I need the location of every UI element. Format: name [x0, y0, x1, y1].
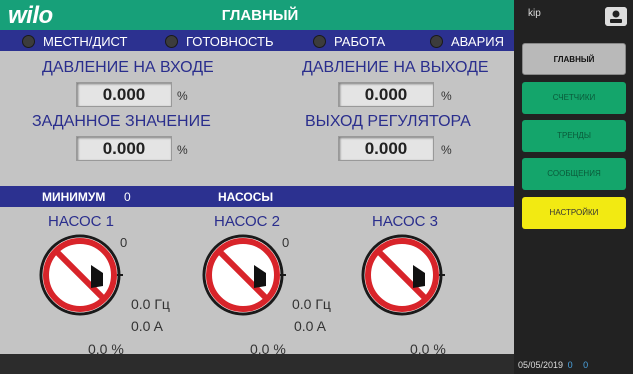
user-icon[interactable] — [605, 7, 627, 26]
status-value-a: 0 — [567, 360, 573, 370]
indicator-label: РАБОТА — [334, 33, 386, 49]
nav-main-button[interactable]: ГЛАВНЫЙ — [522, 43, 626, 75]
minimum-value: 0 — [124, 190, 131, 204]
status-led-icon — [22, 34, 35, 48]
indicator-label: МЕСТН/ДИСТ — [43, 33, 128, 49]
date-text: 05/05/2019 — [518, 360, 564, 370]
wilo-logo: wilo — [8, 2, 53, 29]
pump-2-current: 0.0 A — [294, 318, 326, 334]
setpoint-unit: % — [177, 143, 188, 157]
nav-counters-button[interactable]: СЧЕТЧИКИ — [522, 82, 626, 114]
footer-bar — [0, 354, 514, 374]
pump-3-name: НАСОС 3 — [372, 213, 439, 230]
nav-messages-button[interactable]: СООБЩЕНИЯ — [522, 158, 626, 190]
status-value-b: 0 — [583, 360, 589, 370]
pump-2-frequency: 0.0 Гц — [292, 296, 331, 312]
pumps-bar: МИНИМУМ 0 НАСОСЫ — [0, 186, 514, 207]
status-led-icon — [430, 34, 443, 48]
indicator-local-remote: МЕСТН/ДИСТ — [22, 33, 127, 49]
pump-1-name: НАСОС 1 — [48, 213, 115, 230]
pump-1-frequency: 0.0 Гц — [131, 296, 170, 312]
status-led-icon — [165, 34, 178, 48]
datetime-status: 05/05/2019 0 0 — [518, 360, 588, 370]
regulator-output-unit: % — [441, 143, 452, 157]
main-panel: wilo ГЛАВНЫЙ МЕСТН/ДИСТ ГОТОВНОСТЬ РАБОТ… — [0, 0, 514, 374]
pump-3-stopped-icon[interactable] — [359, 232, 445, 318]
page-title: ГЛАВНЫЙ — [221, 7, 299, 24]
pumps-title: НАСОСЫ — [218, 190, 274, 204]
inlet-pressure-label: ДАВЛЕНИЕ НА ВХОДЕ — [42, 59, 214, 76]
inlet-pressure-value[interactable]: 0.000 — [76, 82, 172, 107]
outlet-pressure-unit: % — [441, 89, 452, 103]
nav-trends-button[interactable]: ТРЕНДЫ — [522, 120, 626, 152]
minimum-label: МИНИМУМ — [42, 190, 106, 204]
regulator-output-label: ВЫХОД РЕГУЛЯТОРА — [305, 113, 471, 130]
indicator-label: ГОТОВНОСТЬ — [186, 33, 274, 49]
pump-2-name: НАСОС 2 — [214, 213, 281, 230]
regulator-output-value[interactable]: 0.000 — [338, 136, 434, 161]
status-bar: МЕСТН/ДИСТ ГОТОВНОСТЬ РАБОТА АВАРИЯ — [0, 30, 514, 51]
setpoint-value[interactable]: 0.000 — [76, 136, 172, 161]
nav-settings-button[interactable]: НАСТРОЙКИ — [522, 197, 626, 229]
pump-2-stopped-icon[interactable] — [200, 232, 286, 318]
inlet-pressure-unit: % — [177, 89, 188, 103]
sidebar: kip ГЛАВНЫЙ СЧЕТЧИКИ ТРЕНДЫ СООБЩЕНИЯ НА… — [514, 0, 633, 374]
indicator-alarm: АВАРИЯ — [430, 33, 504, 49]
indicator-running: РАБОТА — [313, 33, 385, 49]
status-led-icon — [313, 34, 326, 48]
outlet-pressure-label: ДАВЛЕНИЕ НА ВЫХОДЕ — [302, 59, 489, 76]
indicator-label: АВАРИЯ — [451, 33, 504, 49]
user-name: kip — [528, 8, 541, 19]
indicator-ready: ГОТОВНОСТЬ — [165, 33, 274, 49]
header-bar: wilo ГЛАВНЫЙ — [0, 0, 514, 30]
outlet-pressure-value[interactable]: 0.000 — [338, 82, 434, 107]
setpoint-label: ЗАДАННОЕ ЗНАЧЕНИЕ — [32, 113, 211, 130]
pump-1-stopped-icon[interactable] — [37, 232, 123, 318]
pump-1-current: 0.0 A — [131, 318, 163, 334]
